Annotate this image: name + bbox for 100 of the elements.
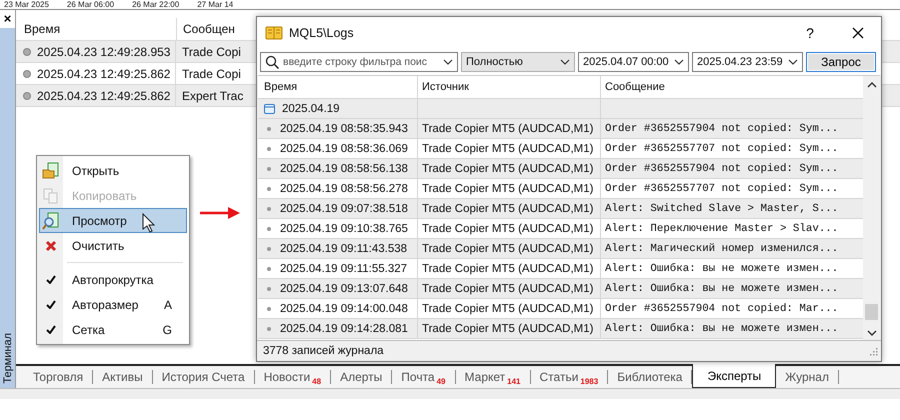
tab[interactable]: Активы — [93, 370, 153, 384]
table-cell: 2025.04.19 09:11:55.327 — [280, 262, 408, 274]
table-cell: 2025.04.19 08:58:35.943 — [280, 122, 408, 134]
menu-item[interactable]: Просмотр — [39, 208, 187, 233]
table-cell: 2025.04.19 08:58:36.069 — [280, 142, 408, 154]
table-cell-text: Expert Trac — [181, 88, 244, 104]
terminal-label: Терминал — [2, 333, 14, 384]
close-icon — [852, 27, 864, 39]
query-button[interactable]: Запрос — [806, 52, 876, 72]
date-group-label: 2025.04.19 — [282, 102, 340, 114]
tab[interactable]: Маркет $_{141}$ — [456, 370, 531, 384]
bullet-icon — [267, 126, 271, 130]
book-icon — [265, 26, 283, 40]
help-button[interactable]: ? — [791, 17, 829, 49]
table-cell: 2025.04.19 08:58:56.278 — [280, 182, 408, 194]
table-cell: Trade Copier MT5 (AUDCAD,M1) — [418, 299, 601, 318]
table-cell-text: Order #3652557904 not copied: Sym... — [604, 162, 840, 176]
menu-item[interactable]: Сетка G — [39, 317, 187, 342]
shortcut-key: A — [164, 298, 186, 312]
calendar-icon — [264, 103, 275, 114]
tab[interactable]: Журнал — [776, 370, 839, 384]
bullet-icon — [267, 246, 271, 250]
status-text: 3778 записей журнала — [263, 345, 384, 357]
table-cell: Trade Copier MT5 (AUDCAD,M1) — [418, 199, 601, 218]
chevron-down-icon — [788, 59, 798, 65]
mouse-cursor-icon — [142, 213, 156, 233]
folder-open-icon — [42, 162, 60, 180]
menu-item[interactable]: Очистить — [39, 233, 187, 258]
chevron-down-icon — [443, 59, 453, 65]
tab[interactable]: Статьи $_{1983}$ — [530, 370, 608, 384]
bullet-icon — [267, 186, 271, 190]
menu-item[interactable]: Авторазмер A — [39, 292, 187, 317]
table-cell-text: Trade Copi — [181, 44, 242, 60]
table-cell: Trade Copier MT5 (AUDCAD,M1) — [418, 239, 601, 258]
search-field[interactable]: введите строку фильтра поис — [260, 52, 458, 72]
table-cell: 2025.04.19 09:11:43.538 — [280, 242, 408, 254]
magnifier-icon — [42, 212, 60, 230]
table-cell-text: Alert: Ошибка: вы не можете измен... — [604, 262, 840, 276]
axis-label: 26 Mar 06:00 — [66, 0, 114, 9]
table-cell: 2025.04.23 12:49:25.862 — [37, 88, 170, 102]
date-to-field[interactable]: 2025.04.23 23:59 — [692, 52, 803, 72]
axis-label: 26 Mar 22:00 — [132, 0, 180, 9]
table-cell: 2025.04.19 08:58:56.138 — [280, 162, 408, 174]
scroll-up-icon[interactable] — [866, 82, 876, 88]
scrollbar[interactable] — [863, 76, 880, 340]
menu-item[interactable]: Автопрокрутка — [39, 267, 187, 292]
bullet-icon — [267, 326, 271, 330]
bullet-icon — [267, 226, 271, 230]
window-title: MQL5\Logs — [289, 26, 355, 40]
table-cell: Trade Copier MT5 (AUDCAD,M1) — [418, 259, 601, 278]
table-cell: Trade Copier MT5 (AUDCAD,M1) — [418, 219, 601, 238]
bullet-icon — [267, 206, 271, 210]
column-header[interactable]: Сообщен — [177, 18, 253, 40]
arrow-icon — [200, 207, 240, 219]
tab[interactable]: Эксперты — [692, 364, 776, 388]
table-cell-text: Order #3652557707 not copied: Sym... — [604, 142, 840, 156]
table-cell-text: Alert: Ошибка: вы не можете измен... — [604, 322, 840, 336]
status-dot-icon — [23, 48, 31, 56]
tab[interactable]: Новости $_{48}$ — [254, 370, 332, 384]
table-cell: Trade Copier MT5 (AUDCAD,M1) — [418, 279, 601, 298]
tab[interactable]: Почта $_{49}$ — [392, 370, 456, 384]
table-cell: Trade Copier MT5 (AUDCAD,M1) — [418, 179, 601, 198]
copy-icon — [43, 188, 59, 204]
date-from-field[interactable]: 2025.04.07 00:00 — [578, 52, 689, 72]
column-header[interactable]: Время — [258, 76, 418, 98]
axis-label: 23 Mar 2025 — [4, 0, 49, 9]
table-cell-text: Order #3652557904 not copied: Sym... — [604, 122, 840, 136]
status-dot-icon — [23, 92, 31, 100]
column-header[interactable]: Время — [16, 18, 177, 40]
tab[interactable]: Алерты — [331, 370, 392, 384]
scroll-thumb[interactable] — [865, 304, 878, 320]
table-cell: 2025.04.23 12:49:28.953 — [37, 44, 170, 58]
bullet-icon — [267, 266, 271, 270]
table-cell: 2025.04.19 09:07:38.518 — [280, 202, 408, 214]
table-cell: 2025.04.19 09:10:38.765 — [280, 222, 408, 234]
table-cell-text: Alert: Переключение Master > Slav... — [604, 222, 840, 236]
menu-item[interactable]: Открыть — [39, 158, 187, 183]
table-cell: 2025.04.23 12:49:25.862 — [37, 66, 170, 80]
table-cell-text: Order #3652557904 not copied: Mar... — [604, 302, 840, 316]
table-cell: 2025.04.19 09:14:28.081 — [280, 322, 408, 334]
status-dot-icon — [23, 70, 31, 78]
mode-dropdown[interactable]: Полностью — [461, 52, 575, 72]
table-cell: Trade Copier MT5 (AUDCAD,M1) — [418, 319, 601, 338]
table-cell-text: Trade Copi — [181, 66, 242, 82]
table-cell-text: Order #3652557707 not copied: Sym... — [604, 182, 840, 196]
table-cell: Trade Copier MT5 (AUDCAD,M1) — [418, 119, 601, 138]
scroll-down-icon[interactable] — [866, 330, 876, 336]
table-cell: 2025.04.19 09:13:07.648 — [280, 282, 408, 294]
resize-grip-icon — [869, 346, 878, 356]
delete-icon — [45, 240, 57, 252]
tab[interactable]: История Счета — [152, 370, 255, 384]
column-header[interactable]: Сообщение — [601, 76, 863, 98]
table-cell-text: Alert: Ошибка: вы не можете измен... — [604, 282, 840, 296]
tab[interactable]: Торговля — [24, 370, 94, 384]
bullet-icon — [267, 286, 271, 290]
bullet-icon — [267, 306, 271, 310]
column-header[interactable]: Источник — [418, 76, 601, 98]
chevron-down-icon — [674, 59, 684, 65]
table-cell: Trade Copier MT5 (AUDCAD,M1) — [418, 139, 601, 158]
bullet-icon — [267, 146, 271, 150]
